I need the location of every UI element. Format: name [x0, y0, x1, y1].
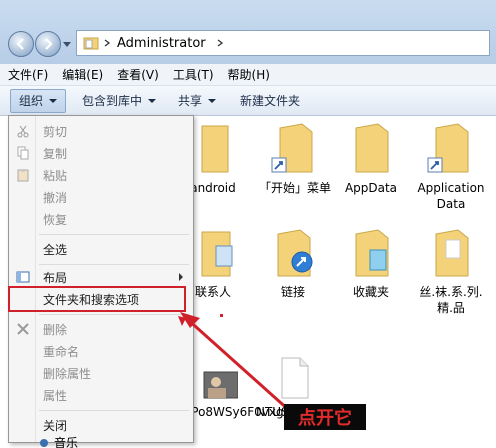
list-item[interactable]: Application Data: [414, 122, 488, 212]
delete-x-icon: [15, 321, 31, 337]
list-item[interactable]: 收藏夹: [334, 228, 408, 300]
folder-user-icon: [83, 37, 99, 50]
menu-help[interactable]: 帮助(H): [228, 66, 270, 83]
list-item[interactable]: AppData: [334, 122, 408, 196]
list-item[interactable]: 链接: [256, 228, 330, 300]
contacts-folder-icon: [201, 231, 233, 277]
menu-view[interactable]: 查看(V): [117, 66, 159, 83]
menu-item-label: 关闭: [43, 418, 68, 433]
menu-separator: [39, 264, 189, 265]
menu-item-redo[interactable]: 恢复: [11, 208, 191, 230]
file-label: 链接: [280, 285, 305, 299]
address-bar[interactable]: Administrator: [76, 30, 490, 56]
partial-item-label: 音乐: [54, 436, 79, 448]
file-label: 收藏夹: [352, 285, 389, 299]
command-bar: 组织 包含到库中 共享 新建文件夹: [0, 86, 496, 116]
menu-item-rename[interactable]: 重命名: [11, 340, 191, 362]
menu-item-undo[interactable]: 撤消: [11, 186, 191, 208]
clipboard-icon: [15, 167, 31, 183]
organize-label: 组织: [19, 94, 44, 108]
menu-item-label: 重命名: [43, 344, 80, 359]
organize-dropdown-menu: 剪切 复制 粘贴 撤消 恢复 全选 布局 文件夹和搜索选项 删除 重命名 删除属…: [8, 115, 194, 443]
links-folder-icon: [277, 229, 313, 277]
menu-item-remove-properties[interactable]: 删除属性: [11, 362, 191, 384]
layout-icon: [15, 269, 31, 285]
list-item[interactable]: 「开始」菜单: [258, 122, 332, 196]
menu-item-delete[interactable]: 删除: [11, 318, 191, 340]
recent-pages-dropdown-icon[interactable]: [63, 40, 71, 48]
annotation-dot: [220, 314, 223, 317]
menu-item-cut[interactable]: 剪切: [11, 120, 191, 142]
menu-item-label: 删除属性: [43, 366, 92, 381]
menu-item-label: 撤消: [43, 190, 68, 205]
new-folder-button[interactable]: 新建文件夹: [232, 89, 308, 113]
menu-item-label: 属性: [43, 388, 68, 403]
menu-item-paste[interactable]: 粘贴: [11, 164, 191, 186]
caret-down-icon: [208, 98, 217, 103]
music-icon: [40, 439, 48, 447]
menu-item-label: 恢复: [43, 212, 68, 227]
menu-separator: [39, 234, 189, 235]
menu-edit[interactable]: 编辑(E): [62, 66, 103, 83]
file-label: 「开始」菜单: [258, 181, 331, 195]
back-button[interactable]: [8, 31, 34, 57]
menu-file[interactable]: 文件(F): [8, 66, 48, 83]
menu-item-close[interactable]: 关闭: [11, 414, 191, 436]
organize-button[interactable]: 组织: [10, 88, 67, 113]
file-label: Application Data: [417, 181, 485, 211]
copy-icon: [15, 145, 31, 161]
partial-list-item[interactable]: 音乐: [40, 434, 78, 448]
menu-item-select-all[interactable]: 全选: [11, 238, 191, 260]
menu-item-label: 剪切: [43, 124, 68, 139]
folder-icon: [201, 125, 229, 173]
new-folder-label: 新建文件夹: [240, 94, 301, 108]
favorites-folder-icon: [355, 229, 389, 277]
forward-button[interactable]: [35, 31, 61, 57]
title-bar: Administrator: [0, 0, 496, 64]
menu-separator: [39, 410, 189, 411]
menu-separator: [39, 314, 189, 315]
arrow-left-icon: [16, 38, 24, 50]
menu-item-properties[interactable]: 属性: [11, 384, 191, 406]
chevron-right-icon[interactable]: [216, 39, 224, 47]
folder-shortcut-icon: [427, 123, 469, 173]
caret-down-icon: [148, 98, 157, 103]
arrow-right-icon: [45, 38, 53, 50]
highlight-box: [8, 286, 186, 312]
menu-item-label: 布局: [43, 270, 68, 285]
share-button[interactable]: 共享: [170, 89, 224, 113]
file-label: 丝.袜.系.列.精.品: [419, 285, 483, 315]
menu-item-label: 粘贴: [43, 168, 68, 183]
annotation-label: 点开它: [284, 404, 366, 430]
chevron-right-icon[interactable]: [103, 39, 111, 47]
folder-icon: [435, 229, 469, 277]
menu-item-copy[interactable]: 复制: [11, 142, 191, 164]
include-library-label: 包含到库中: [82, 94, 143, 108]
folder-icon: [355, 123, 389, 173]
image-thumbnail-icon: [203, 371, 238, 399]
file-label: AppData: [344, 181, 398, 195]
menu-item-label: 复制: [43, 146, 68, 161]
share-label: 共享: [178, 94, 203, 108]
address-path[interactable]: Administrator: [117, 36, 206, 51]
menu-tools[interactable]: 工具(T): [173, 66, 214, 83]
folder-shortcut-icon: [271, 123, 313, 173]
list-item[interactable]: 丝.袜.系.列.精.品: [414, 228, 488, 316]
menu-item-label: 删除: [43, 322, 68, 337]
include-library-button[interactable]: 包含到库中: [74, 89, 164, 113]
caret-down-icon: [49, 98, 58, 103]
menu-bar: 文件(F) 编辑(E) 查看(V) 工具(T) 帮助(H): [0, 64, 496, 86]
menu-item-layout[interactable]: 布局: [11, 266, 191, 288]
scissors-icon: [15, 123, 31, 139]
file-icon: [281, 357, 309, 399]
submenu-arrow-icon: [179, 273, 183, 281]
menu-item-label: 全选: [43, 242, 68, 257]
